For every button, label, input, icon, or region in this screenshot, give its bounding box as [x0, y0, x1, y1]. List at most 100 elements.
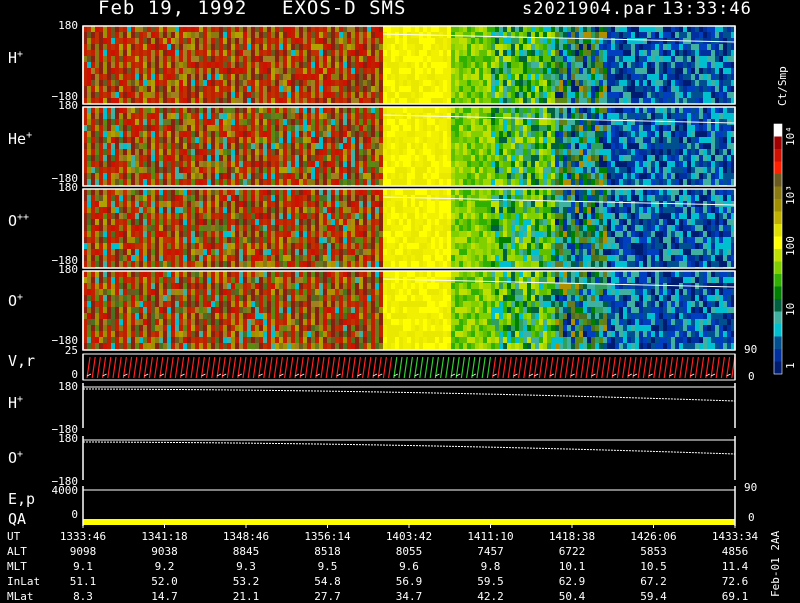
- heat-cell: [495, 26, 499, 32]
- heat-cell: [727, 80, 731, 86]
- heat-cell: [243, 143, 247, 149]
- heat-cell: [183, 261, 187, 267]
- heat-cell: [279, 50, 283, 56]
- heat-cell: [147, 237, 151, 243]
- heat-cell: [723, 32, 727, 38]
- heat-cell: [355, 125, 359, 131]
- heat-cell: [395, 113, 399, 119]
- heat-cell: [115, 231, 119, 237]
- heat-cell: [295, 80, 299, 86]
- heat-cell: [231, 86, 235, 92]
- heat-cell: [611, 125, 615, 131]
- heat-cell: [447, 173, 451, 179]
- heat-cell: [599, 32, 603, 38]
- heat-cell: [479, 137, 483, 143]
- heat-cell: [351, 161, 355, 167]
- heat-cell: [699, 74, 703, 80]
- heat-cell: [215, 173, 219, 179]
- heat-cell: [183, 32, 187, 38]
- heat-cell: [555, 86, 559, 92]
- heat-cell: [571, 167, 575, 173]
- heat-cell: [187, 143, 191, 149]
- heat-cell: [135, 261, 139, 267]
- heat-cell: [87, 56, 91, 62]
- heat-cell: [91, 255, 95, 261]
- heat-cell: [235, 119, 239, 125]
- heat-cell: [283, 107, 287, 113]
- heat-cell: [451, 149, 455, 155]
- heat-cell: [195, 113, 199, 119]
- heat-cell: [175, 32, 179, 38]
- heat-cell: [431, 149, 435, 155]
- heat-cell: [383, 38, 387, 44]
- heat-cell: [143, 249, 147, 255]
- heat-cell: [239, 207, 243, 213]
- heat-cell: [575, 62, 579, 68]
- heat-cell: [271, 26, 275, 32]
- heat-cell: [423, 131, 427, 137]
- heat-cell: [235, 80, 239, 86]
- heat-cell: [527, 131, 531, 137]
- heat-cell: [175, 189, 179, 195]
- heat-cell: [247, 243, 251, 249]
- heat-cell: [191, 261, 195, 267]
- heat-cell: [423, 173, 427, 179]
- heat-cell: [287, 143, 291, 149]
- heat-cell: [279, 86, 283, 92]
- heat-cell: [555, 68, 559, 74]
- heat-cell: [643, 173, 647, 179]
- heat-cell: [163, 237, 167, 243]
- heat-cell: [507, 74, 511, 80]
- heat-cell: [579, 56, 583, 62]
- heat-cell: [311, 155, 315, 161]
- heat-cell: [211, 173, 215, 179]
- heat-cell: [635, 167, 639, 173]
- heat-cell: [111, 167, 115, 173]
- heat-cell: [603, 86, 607, 92]
- heat-cell: [567, 143, 571, 149]
- heat-cell: [571, 161, 575, 167]
- heat-cell: [411, 26, 415, 32]
- heat-cell: [691, 143, 695, 149]
- heat-cell: [127, 38, 131, 44]
- heat-cell: [707, 167, 711, 173]
- heat-cell: [495, 167, 499, 173]
- heat-cell: [467, 56, 471, 62]
- heat-cell: [643, 155, 647, 161]
- heat-cell: [159, 119, 163, 125]
- heat-cell: [551, 155, 555, 161]
- heat-cell: [283, 32, 287, 38]
- heat-cell: [131, 195, 135, 201]
- heat-cell: [707, 74, 711, 80]
- heat-cell: [683, 173, 687, 179]
- heat-cell: [199, 255, 203, 261]
- heat-cell: [91, 92, 95, 98]
- heat-cell: [567, 161, 571, 167]
- heat-cell: [239, 201, 243, 207]
- heat-cell: [727, 179, 731, 185]
- heat-cell: [111, 137, 115, 143]
- heat-cell: [143, 167, 147, 173]
- heat-cell: [627, 167, 631, 173]
- heat-cell: [531, 56, 535, 62]
- heat-cell: [219, 44, 223, 50]
- heat-cell: [531, 92, 535, 98]
- heat-cell: [399, 173, 403, 179]
- heat-cell: [543, 173, 547, 179]
- heat-cell: [287, 68, 291, 74]
- heat-cell: [503, 86, 507, 92]
- heat-cell: [351, 98, 355, 104]
- heat-cell: [483, 86, 487, 92]
- heat-cell: [611, 26, 615, 32]
- heat-cell: [419, 74, 423, 80]
- heat-cell: [423, 161, 427, 167]
- heat-cell: [215, 32, 219, 38]
- heat-cell: [155, 155, 159, 161]
- heat-cell: [403, 44, 407, 50]
- heat-cell: [535, 50, 539, 56]
- heat-cell: [179, 201, 183, 207]
- heat-cell: [503, 74, 507, 80]
- heat-cell: [99, 26, 103, 32]
- heat-cell: [691, 86, 695, 92]
- heat-cell: [667, 98, 671, 104]
